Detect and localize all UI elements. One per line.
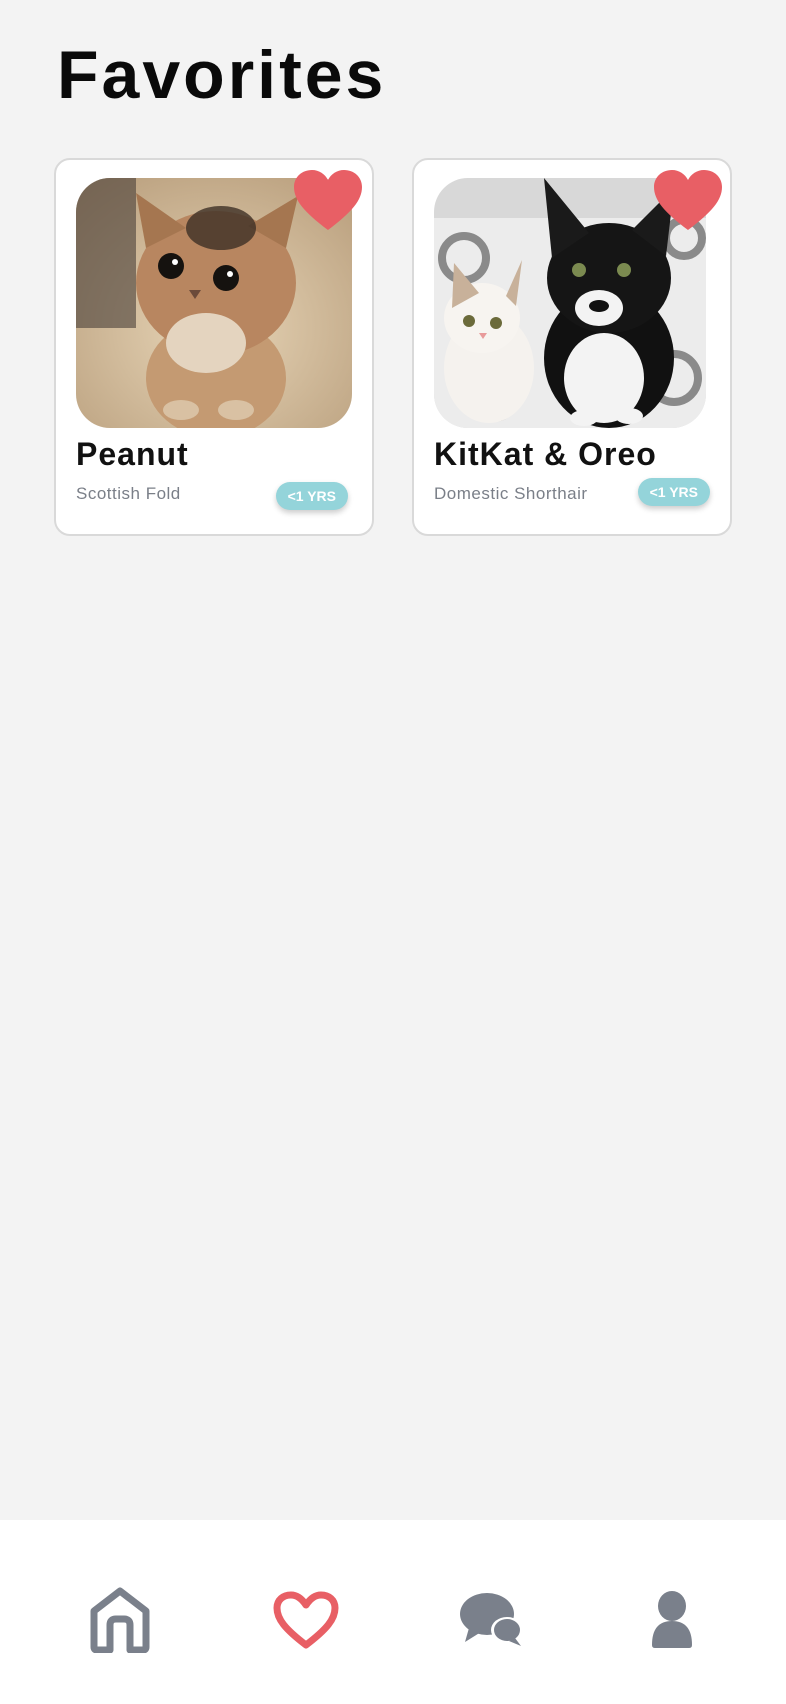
pet-card[interactable]: Peanut Scottish Fold <1 YRS — [54, 158, 374, 536]
pet-breed: Domestic Shorthair — [434, 484, 588, 503]
nav-profile-button[interactable] — [632, 1580, 712, 1660]
favorite-heart-icon[interactable] — [654, 170, 722, 232]
pet-card[interactable]: KitKat & Oreo Domestic Shorthair <1 YRS — [412, 158, 732, 536]
bottom-nav — [0, 1520, 786, 1704]
home-icon — [90, 1587, 150, 1653]
chat-icon — [460, 1593, 523, 1646]
favorite-heart-icon[interactable] — [294, 170, 362, 232]
heart-icon — [273, 1591, 339, 1649]
age-badge: <1 YRS — [275, 482, 348, 510]
profile-icon — [652, 1591, 692, 1648]
pet-name: KitKat & Oreo — [434, 436, 657, 472]
page-title: Favorites — [57, 37, 387, 113]
nav-messages-button[interactable] — [452, 1580, 532, 1660]
age-badge: <1 YRS — [637, 478, 710, 506]
pet-name: Peanut — [76, 436, 189, 472]
nav-home-button[interactable] — [80, 1580, 160, 1660]
pet-breed: Scottish Fold — [76, 484, 181, 503]
nav-favorites-button[interactable] — [266, 1580, 346, 1660]
